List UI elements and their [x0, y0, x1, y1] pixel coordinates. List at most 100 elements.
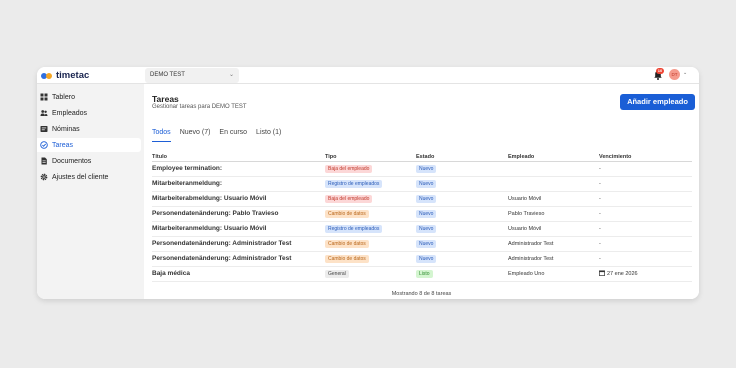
- gear-icon: [40, 173, 48, 181]
- payroll-icon: [40, 126, 48, 132]
- status-badge: Nuevo: [416, 254, 437, 263]
- status-badge: Nuevo: [416, 164, 437, 173]
- status-badge: Nuevo: [416, 194, 437, 203]
- tab-en-curso[interactable]: En curso: [219, 128, 247, 142]
- table-body: Employee termination: Baja del empleado Nu…: [152, 161, 692, 282]
- task-status-cell: Nuevo: [416, 236, 508, 252]
- task-title[interactable]: Mitarbeiterabmeldung: Usuario Móvil: [152, 191, 325, 207]
- task-due-date: -: [599, 221, 692, 237]
- table-row[interactable]: Personendatenänderung: Pablo Travieso Cam…: [152, 206, 692, 222]
- logo-dot-orange: [46, 72, 52, 79]
- page-subtitle: Gestionar tareas para DEMO TEST: [152, 104, 247, 110]
- document-icon: [41, 157, 47, 165]
- table-row[interactable]: Mitarbeiterabmeldung: Usuario Móvil Baja …: [152, 191, 692, 207]
- sidebar-item-label: Empleados: [52, 109, 88, 117]
- column-header-vencimiento[interactable]: Vencimiento: [599, 150, 692, 162]
- status-badge: Nuevo: [416, 224, 437, 233]
- task-type-cell: Cambio de datos: [325, 251, 416, 267]
- table-row[interactable]: Employee termination: Baja del empleado Nu…: [152, 161, 692, 177]
- task-employee: Usuario Móvil: [508, 221, 599, 237]
- due-date-text: -: [599, 195, 601, 202]
- avatar-chevron-icon[interactable]: ⌄: [683, 70, 687, 76]
- task-type-cell: Cambio de datos: [325, 206, 416, 222]
- sidebar-item-label: Tareas: [52, 141, 74, 149]
- task-status-cell: Listo: [416, 266, 508, 282]
- task-employee: Usuario Móvil: [508, 191, 599, 207]
- column-header-estado[interactable]: Estado: [416, 150, 508, 162]
- app-window: timetac DEMO TEST ⌄ 10 DT ⌄ Tablero Empl…: [37, 67, 699, 299]
- main-content: Tareas Gestionar tareas para DEMO TEST A…: [144, 84, 699, 299]
- sidebar-item-documentos[interactable]: Documentos: [37, 154, 141, 168]
- task-type-badge: Cambio de datos: [325, 254, 369, 263]
- task-type-badge: Registro de empleados: [325, 179, 383, 188]
- column-header-tipo[interactable]: Tipo: [325, 150, 416, 162]
- sidebar-item-label: Documentos: [52, 157, 92, 165]
- due-date-text: -: [599, 180, 601, 187]
- task-title[interactable]: Personendatenänderung: Pablo Travieso: [152, 206, 325, 222]
- due-date-text: -: [599, 165, 601, 172]
- task-type-badge: Baja del empleado: [325, 194, 373, 203]
- task-due-date: -: [599, 191, 692, 207]
- status-badge: Nuevo: [416, 209, 437, 218]
- status-badge: Nuevo: [416, 179, 437, 188]
- sidebar-item-empleados[interactable]: Empleados: [37, 106, 141, 120]
- task-title[interactable]: Employee termination:: [152, 161, 325, 177]
- task-status-cell: Nuevo: [416, 191, 508, 207]
- task-title[interactable]: Mitarbeiteranmeldung:: [152, 176, 325, 192]
- status-badge: Nuevo: [416, 239, 437, 248]
- tab-listo[interactable]: Listo (1): [256, 128, 281, 142]
- column-header-empleado[interactable]: Empleado: [508, 150, 599, 162]
- task-due-date: -: [599, 176, 692, 192]
- due-date-text: -: [599, 210, 601, 217]
- task-status-cell: Nuevo: [416, 206, 508, 222]
- task-title[interactable]: Baja médica: [152, 266, 325, 282]
- task-type-badge: Baja del empleado: [325, 164, 373, 173]
- company-selector[interactable]: DEMO TEST ⌄: [145, 68, 239, 83]
- task-status-cell: Nuevo: [416, 251, 508, 267]
- tab-nuevo[interactable]: Nuevo (7): [180, 128, 211, 142]
- sidebar-item-nominas[interactable]: Nóminas: [37, 122, 141, 136]
- task-type-cell: Cambio de datos: [325, 236, 416, 252]
- table-row[interactable]: Baja médica General Listo Empleado Uno 27 en…: [152, 266, 692, 282]
- due-date-text: -: [599, 225, 601, 232]
- task-employee: Empleado Uno: [508, 266, 599, 282]
- calendar-icon: [599, 270, 605, 276]
- add-employee-button[interactable]: Añadir empleado: [620, 94, 695, 110]
- task-due-date: -: [599, 251, 692, 267]
- task-employee: Administrador Test: [508, 251, 599, 267]
- chevron-down-icon: ⌄: [228, 72, 234, 78]
- sidebar: Tablero Empleados Nóminas Tareas Documen…: [37, 84, 144, 299]
- notification-badge: 10: [656, 68, 664, 74]
- column-header-titulo[interactable]: Título: [152, 150, 325, 162]
- due-date-text: 27 ene 2026: [607, 271, 638, 277]
- sidebar-item-tablero[interactable]: Tablero: [37, 90, 141, 104]
- page-title: Tareas: [152, 94, 179, 104]
- task-employee: [508, 176, 599, 192]
- table-row[interactable]: Personendatenänderung: Administrador Tes…: [152, 236, 692, 252]
- task-title[interactable]: Personendatenänderung: Administrador Tes…: [152, 251, 325, 267]
- task-title[interactable]: Mitarbeiteranmeldung: Usuario Móvil: [152, 221, 325, 237]
- task-status-cell: Nuevo: [416, 161, 508, 177]
- table-row[interactable]: Personendatenänderung: Administrador Tes…: [152, 251, 692, 267]
- avatar[interactable]: DT: [669, 69, 680, 80]
- table-row[interactable]: Mitarbeiteranmeldung: Usuario Móvil Regis…: [152, 221, 692, 237]
- task-type-cell: Baja del empleado: [325, 161, 416, 177]
- timetac-logo[interactable]: timetac: [41, 69, 89, 82]
- task-due-date: -: [599, 161, 692, 177]
- task-employee: Administrador Test: [508, 236, 599, 252]
- sidebar-item-tareas[interactable]: Tareas: [37, 138, 141, 152]
- task-employee: Pablo Travieso: [508, 206, 599, 222]
- sidebar-item-label: Nóminas: [52, 125, 80, 133]
- grid-icon: [40, 93, 48, 101]
- task-title[interactable]: Personendatenänderung: Administrador Tes…: [152, 236, 325, 252]
- logo-text: timetac: [56, 70, 90, 81]
- sidebar-item-ajustes[interactable]: Ajustes del cliente: [37, 170, 141, 184]
- task-type-badge: Cambio de datos: [325, 209, 369, 218]
- due-date-text: -: [599, 240, 601, 247]
- tab-todos[interactable]: Todos: [152, 128, 171, 142]
- table-row[interactable]: Mitarbeiteranmeldung: Registro de emplead…: [152, 176, 692, 192]
- top-bar: timetac DEMO TEST ⌄ 10 DT ⌄: [37, 67, 699, 84]
- tasks-table: Título Tipo Estado Empleado Vencimiento …: [152, 150, 692, 282]
- task-due-date: 27 ene 2026: [599, 266, 692, 282]
- pagination-summary: Mostrando 8 de 8 tareas: [391, 291, 452, 297]
